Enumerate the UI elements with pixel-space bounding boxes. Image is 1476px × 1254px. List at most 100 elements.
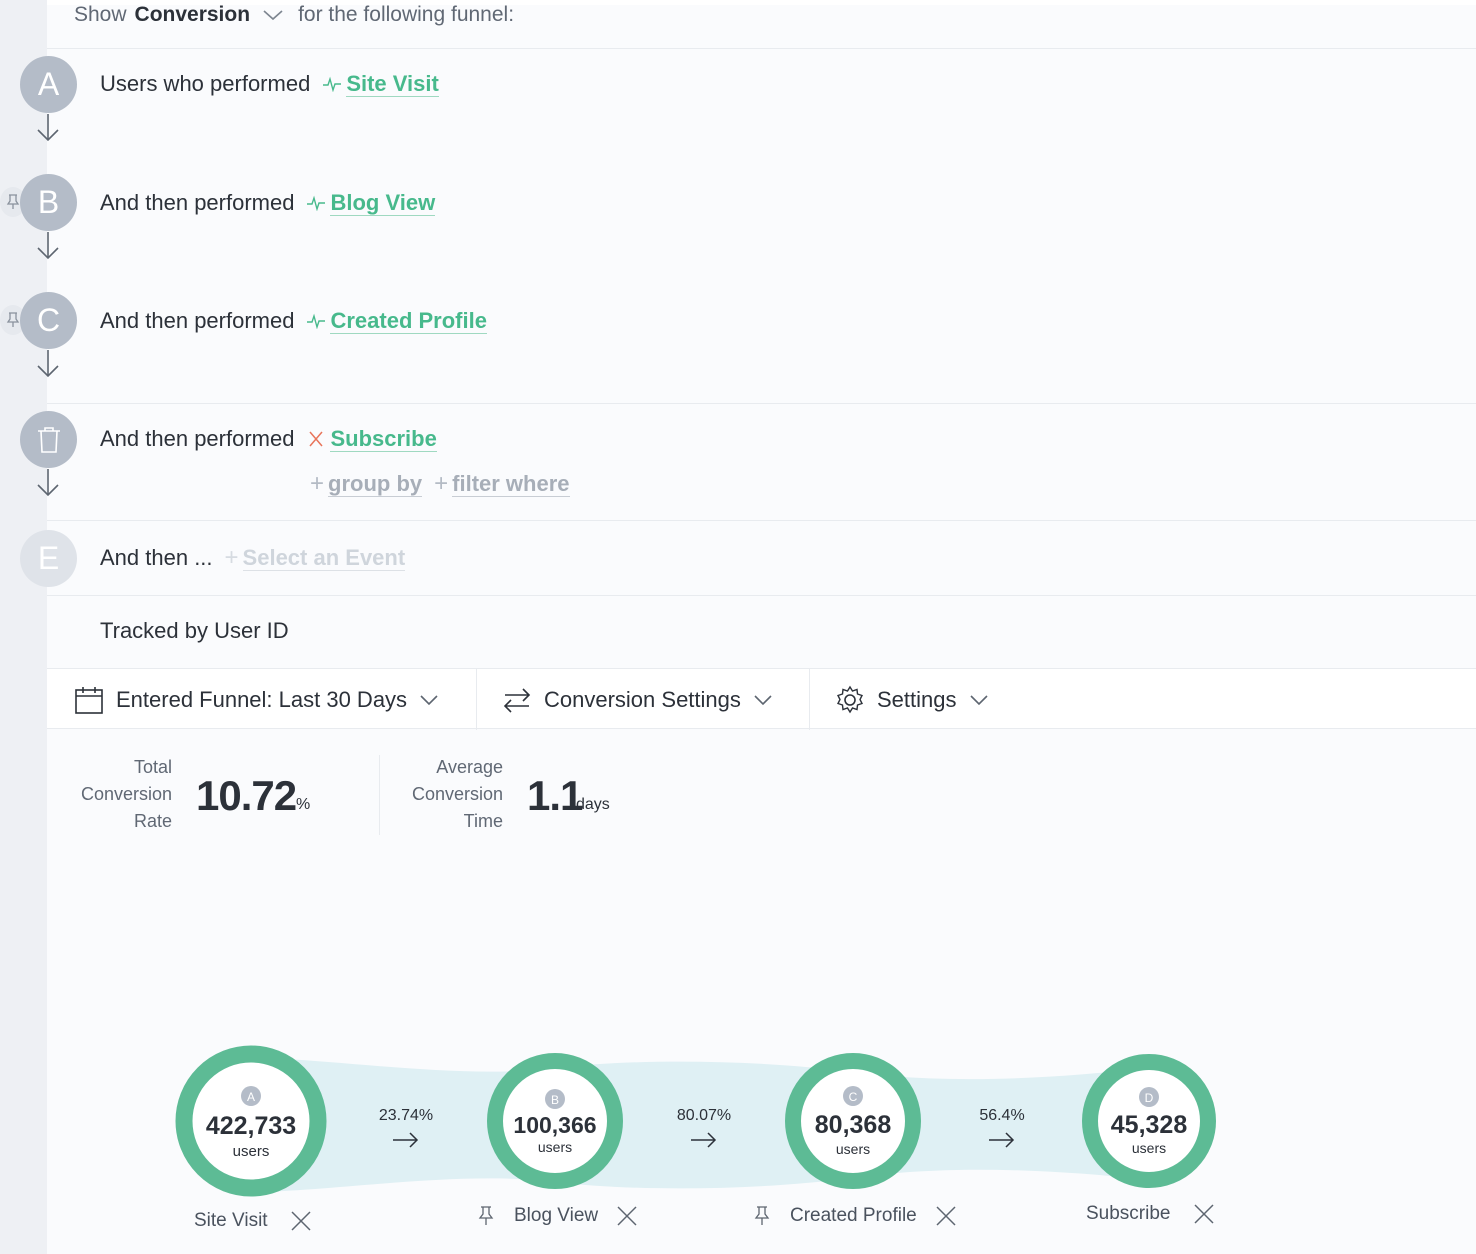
plus-icon: + bbox=[224, 544, 239, 571]
event-pulse-icon bbox=[323, 76, 342, 92]
conversion-rate: 23.74% bbox=[379, 1107, 433, 1124]
event-pulse-icon bbox=[307, 195, 326, 211]
pin-icon[interactable] bbox=[754, 1206, 770, 1226]
divider bbox=[47, 48, 1476, 49]
node-unit: users bbox=[538, 1139, 572, 1155]
label-line: Total bbox=[133, 757, 172, 777]
average-conversion-label: Average Conversion Time bbox=[390, 754, 503, 835]
conversion-settings-label: Conversion Settings bbox=[544, 686, 741, 712]
filter-where-link[interactable]: filter where bbox=[452, 471, 570, 497]
chevron-down-icon bbox=[754, 694, 772, 705]
step-a-row: Users who performed Site Visit bbox=[100, 69, 439, 99]
step-a-event[interactable]: Site Visit bbox=[346, 71, 439, 97]
node-label-text: Created Profile bbox=[790, 1205, 917, 1226]
node-letter: A bbox=[247, 1090, 255, 1104]
label-line: Time bbox=[463, 811, 503, 831]
step-b-badge: B bbox=[20, 174, 77, 231]
plus-icon: + bbox=[434, 470, 449, 497]
close-icon[interactable] bbox=[616, 1205, 638, 1227]
calendar-icon bbox=[75, 686, 103, 714]
label-line: Average bbox=[436, 757, 503, 777]
step-e-badge: E bbox=[20, 530, 77, 587]
label-line: Conversion bbox=[80, 784, 172, 804]
step-d-actions: + group by + filter where bbox=[310, 469, 570, 499]
node-label-text: Blog View bbox=[514, 1205, 599, 1226]
step-d-event[interactable]: Subscribe bbox=[330, 426, 437, 452]
arrow-down-icon bbox=[37, 114, 59, 142]
step-c-row: And then performed Created Profile bbox=[100, 306, 487, 336]
step-b-event[interactable]: Blog View bbox=[330, 190, 436, 216]
conversion-rate: 56.4% bbox=[979, 1107, 1024, 1124]
group-by-link[interactable]: group by bbox=[328, 471, 423, 497]
node-count: 100,366 bbox=[513, 1112, 596, 1138]
divider bbox=[47, 520, 1476, 521]
close-icon[interactable] bbox=[290, 1210, 312, 1232]
node-count: 422,733 bbox=[206, 1112, 296, 1140]
node-count: 45,328 bbox=[1111, 1111, 1188, 1139]
step-c-badge: C bbox=[20, 292, 77, 349]
arrow-down-icon bbox=[37, 232, 59, 260]
node-letter: C bbox=[849, 1090, 858, 1104]
step-a-prefix: Users who performed bbox=[100, 71, 311, 96]
settings-label: Settings bbox=[877, 686, 957, 712]
trash-icon bbox=[37, 426, 60, 453]
arrow-down-icon bbox=[37, 469, 59, 497]
gear-icon bbox=[837, 685, 863, 713]
node-unit: users bbox=[836, 1141, 870, 1157]
chevron-down-icon[interactable] bbox=[262, 8, 284, 22]
header-suffix: for the following funnel: bbox=[298, 3, 515, 26]
funnel-header: Show Conversion for the following funnel… bbox=[74, 0, 514, 30]
chevron-down-icon bbox=[969, 694, 988, 705]
date-range-label: Entered Funnel: Last 30 Days bbox=[116, 686, 408, 712]
plus-icon: + bbox=[310, 470, 325, 497]
close-icon[interactable] bbox=[935, 1205, 957, 1227]
conversion-rate: 80.07% bbox=[677, 1107, 731, 1124]
step-c-prefix: And then performed bbox=[100, 308, 295, 333]
total-conversion-value: 10.72 bbox=[196, 772, 297, 819]
step-b-row: And then performed Blog View bbox=[100, 188, 436, 218]
delete-step-button[interactable] bbox=[20, 411, 77, 468]
label-line: Conversion bbox=[411, 784, 503, 804]
toolbar-separator bbox=[809, 669, 810, 730]
average-conversion-value: 1.1 bbox=[527, 772, 583, 819]
node-unit: users bbox=[1132, 1140, 1166, 1156]
step-d-row: And then performed Subscribe bbox=[100, 424, 437, 454]
event-pulse-icon bbox=[307, 313, 326, 329]
step-a-badge: A bbox=[20, 56, 77, 113]
step-d-prefix: And then performed bbox=[100, 426, 295, 451]
date-range-selector[interactable]: Entered Funnel: Last 30 Days bbox=[74, 669, 439, 730]
step-b-prefix: And then performed bbox=[100, 190, 295, 215]
settings-button[interactable]: Settings bbox=[835, 669, 989, 730]
chevron-down-icon bbox=[420, 694, 438, 705]
tracked-by-label[interactable]: Tracked by User ID bbox=[100, 616, 289, 646]
node-label-a: Site Visit bbox=[194, 1210, 312, 1232]
node-letter: D bbox=[1145, 1091, 1154, 1105]
node-count: 80,368 bbox=[815, 1111, 892, 1139]
average-conversion-unit: days bbox=[576, 796, 610, 813]
node-label-c: Created Profile bbox=[754, 1205, 957, 1227]
show-label: Show bbox=[74, 3, 127, 26]
step-c-event[interactable]: Created Profile bbox=[330, 308, 487, 334]
divider bbox=[47, 595, 1476, 596]
funnel-toolbar: Entered Funnel: Last 30 Days Conversion … bbox=[47, 668, 1476, 730]
node-label-text: Site Visit bbox=[194, 1210, 268, 1231]
pin-icon[interactable] bbox=[478, 1206, 494, 1226]
arrow-down-icon bbox=[37, 350, 59, 378]
step-e-prefix: And then ... bbox=[100, 545, 213, 570]
node-letter: B bbox=[551, 1093, 559, 1107]
label-line: Rate bbox=[133, 811, 172, 831]
conversion-settings-button[interactable]: Conversion Settings bbox=[502, 669, 773, 730]
metric-selector[interactable]: Conversion bbox=[135, 3, 251, 27]
divider bbox=[47, 403, 1476, 404]
close-icon[interactable] bbox=[1193, 1203, 1215, 1225]
total-conversion-label: Total Conversion Rate bbox=[60, 754, 172, 835]
remove-event-icon[interactable] bbox=[306, 431, 326, 447]
total-conversion-unit: % bbox=[296, 796, 311, 813]
metric-separator bbox=[379, 755, 380, 835]
node-label-b: Blog View bbox=[478, 1205, 638, 1227]
toolbar-separator bbox=[476, 669, 477, 730]
select-event-link[interactable]: Select an Event bbox=[242, 545, 406, 571]
funnel-band bbox=[251, 1058, 1149, 1192]
node-unit: users bbox=[233, 1143, 270, 1160]
node-label-d: Subscribe bbox=[1086, 1203, 1215, 1225]
